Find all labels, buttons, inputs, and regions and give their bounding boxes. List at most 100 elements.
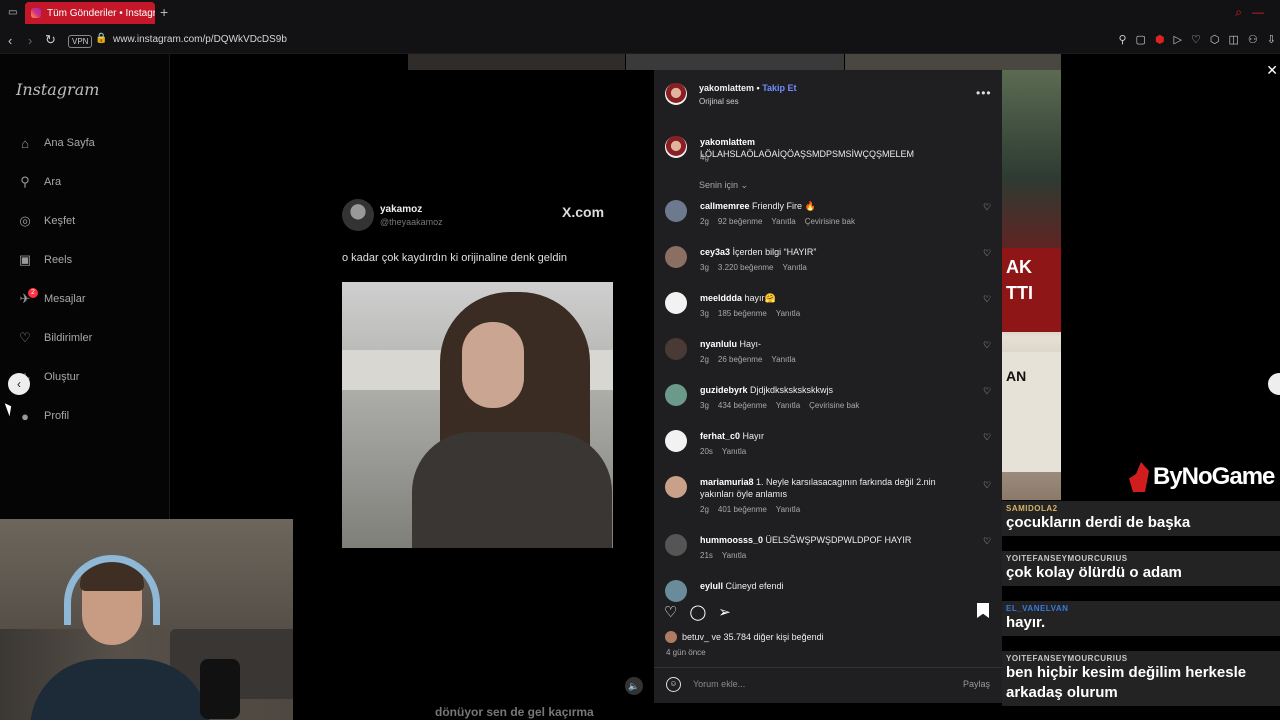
close-icon[interactable]: ✕ (1266, 62, 1278, 79)
reply-button[interactable]: Yanıtla (771, 355, 795, 364)
reply-button[interactable]: Yanıtla (776, 401, 800, 410)
download-icon[interactable]: ⇩ (1267, 33, 1276, 46)
comment-time: 3g (700, 263, 709, 272)
comment-time: 3g (700, 309, 709, 318)
sidebar-item-messages[interactable]: ✈ Mesajlar (16, 290, 86, 308)
reply-button[interactable]: Yanıtla (771, 217, 795, 226)
background-thumbnail (626, 54, 844, 70)
pin-icon[interactable]: ⚲ (1118, 33, 1126, 46)
video-frame-image (342, 282, 613, 548)
wallet-icon[interactable]: ◫ (1229, 33, 1239, 46)
sidebar-item-profile[interactable]: ● Profil (16, 407, 69, 425)
reply-button[interactable]: Yanıtla (722, 551, 746, 560)
comment-likes[interactable]: 26 beğenme (718, 355, 762, 364)
reload-icon[interactable]: ↻ (45, 32, 56, 48)
emoji-icon[interactable]: ☺ (666, 677, 681, 692)
reply-button[interactable]: Yanıtla (776, 505, 800, 514)
previous-post-button[interactable]: ‹ (8, 373, 30, 395)
commenter-username[interactable]: meelddda (700, 293, 742, 303)
caption-avatar[interactable] (665, 136, 687, 158)
commenter-username[interactable]: callmemree (700, 201, 750, 211)
sidebar-item-notifications[interactable]: ♡ Bildirimler (16, 329, 92, 347)
translate-button[interactable]: Çevirisine bak (805, 217, 855, 226)
like-icon[interactable]: ♡ (664, 603, 677, 621)
comment-like-icon[interactable]: ♡ (983, 294, 991, 305)
heart-bookmark-icon[interactable]: ♡ (1191, 33, 1201, 46)
comment-like-icon[interactable]: ♡ (983, 248, 991, 259)
translate-button[interactable]: Çevirisine bak (809, 401, 859, 410)
author-avatar[interactable] (665, 83, 687, 105)
comment-likes[interactable]: 434 beğenme (718, 401, 767, 410)
comment-likes[interactable]: 401 beğenme (718, 505, 767, 514)
profile-icon[interactable]: ⚇ (1248, 33, 1258, 46)
reply-button[interactable]: Yanıtla (776, 309, 800, 318)
forward-icon[interactable]: › (28, 33, 32, 48)
commenter-username[interactable]: ferhat_c0 (700, 431, 740, 441)
comment-likes[interactable]: 92 beğenme (718, 217, 762, 226)
comment-sort-dropdown[interactable]: Senin için ⌄ (699, 180, 748, 191)
comment-like-icon[interactable]: ♡ (983, 340, 991, 351)
comment-time: 2g (700, 217, 709, 226)
follow-button[interactable]: Takip Et (762, 83, 796, 93)
window-controls[interactable]: ⌕— (1235, 5, 1274, 20)
play-icon[interactable]: ▷ (1174, 33, 1182, 46)
tweet-avatar (342, 199, 374, 231)
comment-likes[interactable]: 3.220 beğenme (718, 263, 774, 272)
snapshot-icon[interactable]: ▢ (1136, 33, 1146, 46)
comment-like-icon[interactable]: ♡ (983, 202, 991, 213)
mute-icon[interactable]: 🔈 (625, 677, 643, 695)
vpn-badge[interactable]: VPN (68, 35, 93, 48)
post-comment-button[interactable]: Paylaş (963, 679, 990, 689)
commenter-avatar[interactable] (665, 430, 687, 452)
commenter-avatar[interactable] (665, 200, 687, 222)
commenter-avatar[interactable] (665, 338, 687, 360)
sidebar-item-reels[interactable]: ▣ Reels (16, 251, 72, 269)
more-options-icon[interactable]: ••• (976, 86, 992, 100)
commenter-username[interactable]: eylull (700, 581, 723, 591)
commenter-avatar[interactable] (665, 292, 687, 314)
audio-label[interactable]: Orijinal ses (699, 97, 739, 106)
commenter-avatar[interactable] (665, 580, 687, 602)
commenter-avatar[interactable] (665, 384, 687, 406)
instagram-logo[interactable]: Instagram (16, 80, 99, 99)
comment-like-icon[interactable]: ♡ (983, 536, 991, 547)
chat-message: EL_VANELVAN hayır. (1002, 601, 1280, 636)
commenter-username[interactable]: cey3a3 (700, 247, 730, 257)
commenter-username[interactable]: nyanlulu (700, 339, 737, 349)
lock-icon[interactable]: 🔒 (95, 33, 107, 44)
share-icon[interactable]: ➢ (718, 603, 731, 621)
commenter-username[interactable]: guzidebyrk (700, 385, 748, 395)
commenter-avatar[interactable] (665, 246, 687, 268)
comment-icon[interactable]: ◯ (689, 603, 706, 621)
chat-username: YOITEFANSEYMOURCURIUS (1006, 554, 1128, 563)
back-icon[interactable]: ‹ (8, 33, 12, 48)
bookmark-icon[interactable] (977, 603, 989, 618)
author-username[interactable]: yakomlattem • Takip Et (699, 83, 797, 93)
likes-count[interactable]: betuv_ ve 35.784 diğer kişi beğendi (682, 632, 824, 642)
extensions-icon[interactable]: ⬡ (1210, 33, 1220, 46)
url-field[interactable]: www.instagram.com/p/DQWkVDcDS9b (113, 34, 287, 45)
commenter-avatar[interactable] (665, 534, 687, 556)
adblock-icon[interactable]: ⬢ (1155, 33, 1165, 46)
background-video-text: AN (1002, 352, 1061, 472)
commenter-username[interactable]: mariamuria8 (700, 477, 754, 487)
comment-like-icon[interactable]: ♡ (983, 480, 991, 491)
sidebar-item-search[interactable]: ⚲ Ara (16, 173, 61, 191)
commenter-avatar[interactable] (665, 476, 687, 498)
comment-likes[interactable]: 185 beğenme (718, 309, 767, 318)
comment-text: guzidebyrk Djdjkdkskskskskkwjs (700, 385, 834, 395)
tweet-author-handle: @theyaakamoz (380, 217, 443, 227)
sidebar-item-explore[interactable]: ◎ Keşfet (16, 212, 75, 230)
sidebar-item-home[interactable]: ⌂ Ana Sayfa (16, 134, 95, 152)
reply-button[interactable]: Yanıtla (783, 263, 807, 272)
comment-like-icon[interactable]: ♡ (983, 432, 991, 443)
browser-tab[interactable]: Tüm Gönderiler • Instagram (25, 2, 155, 24)
chat-text: çok kolay ölürdü o adam (1006, 564, 1182, 581)
new-tab-button[interactable]: + (160, 4, 168, 20)
comment-text: cey3a3 İçerden bilgi “HAYIR” (700, 247, 817, 257)
comment-like-icon[interactable]: ♡ (983, 386, 991, 397)
tab-menu-icon[interactable]: ▭ (8, 7, 17, 18)
add-comment-input[interactable]: Yorum ekle... (693, 679, 745, 689)
reply-button[interactable]: Yanıtla (722, 447, 746, 456)
commenter-username[interactable]: hummoosss_0 (700, 535, 763, 545)
